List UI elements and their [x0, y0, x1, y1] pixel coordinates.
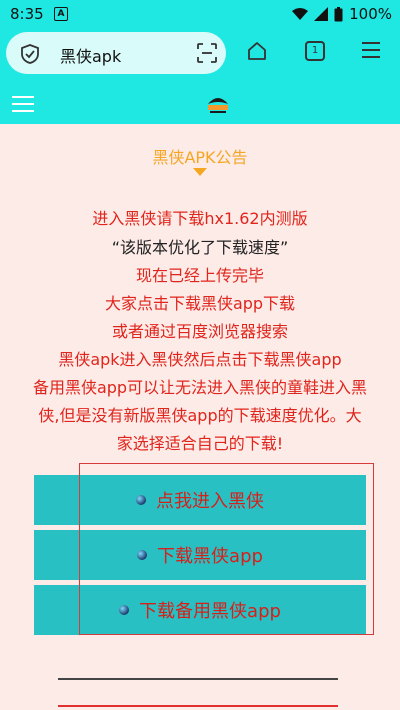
notification-a-icon: A [54, 7, 68, 21]
notice-line: 大家点击下载黑侠app下载 [104, 294, 296, 313]
status-time: 8:35 [10, 5, 44, 23]
notice-line: 或者通过百度浏览器搜索 [111, 322, 288, 341]
notice-line: 黑侠apk进入黑侠然后点击下载黑侠app [58, 350, 342, 369]
tabs-button[interactable]: 1 [305, 41, 325, 61]
site-header [0, 84, 400, 124]
notice-line: “该版本优化了下载速度” [111, 238, 289, 257]
notice-title: 黑侠APK公告 [152, 148, 248, 167]
highlight-frame [79, 463, 374, 635]
menu-icon[interactable] [361, 40, 381, 60]
notice-line: 备用黑侠app可以让无法进入黑侠的童鞋进入黑 [32, 378, 368, 397]
site-menu-icon[interactable] [12, 96, 34, 112]
notice-line: 家选择适合自己的下载! [116, 434, 284, 453]
home-icon[interactable] [246, 40, 268, 62]
notice-line: 现在已经上传完毕 [135, 266, 264, 285]
browser-toolbar: 黑侠apk 1 [0, 28, 400, 84]
notice-line: 侠,但是没有新版黑侠app的下载速度优化。大 [38, 406, 362, 425]
status-bar: 8:35 A 100% [0, 0, 400, 28]
battery-icon [334, 6, 343, 21]
divider [58, 678, 338, 680]
signal-icon [314, 7, 329, 21]
site-logo-icon[interactable] [205, 90, 231, 116]
address-bar-title: 黑侠apk [60, 47, 122, 66]
status-right-group: 100% [292, 5, 392, 23]
wifi-icon [292, 7, 309, 20]
address-bar[interactable]: 黑侠apk [6, 32, 226, 74]
notice-caret-icon [193, 168, 207, 176]
shield-check-icon [21, 44, 39, 64]
scan-icon[interactable] [196, 42, 218, 64]
divider [58, 705, 338, 707]
notice-line: 进入黑侠请下载hx1.62内测版 [92, 209, 308, 228]
battery-percent: 100% [349, 5, 392, 23]
